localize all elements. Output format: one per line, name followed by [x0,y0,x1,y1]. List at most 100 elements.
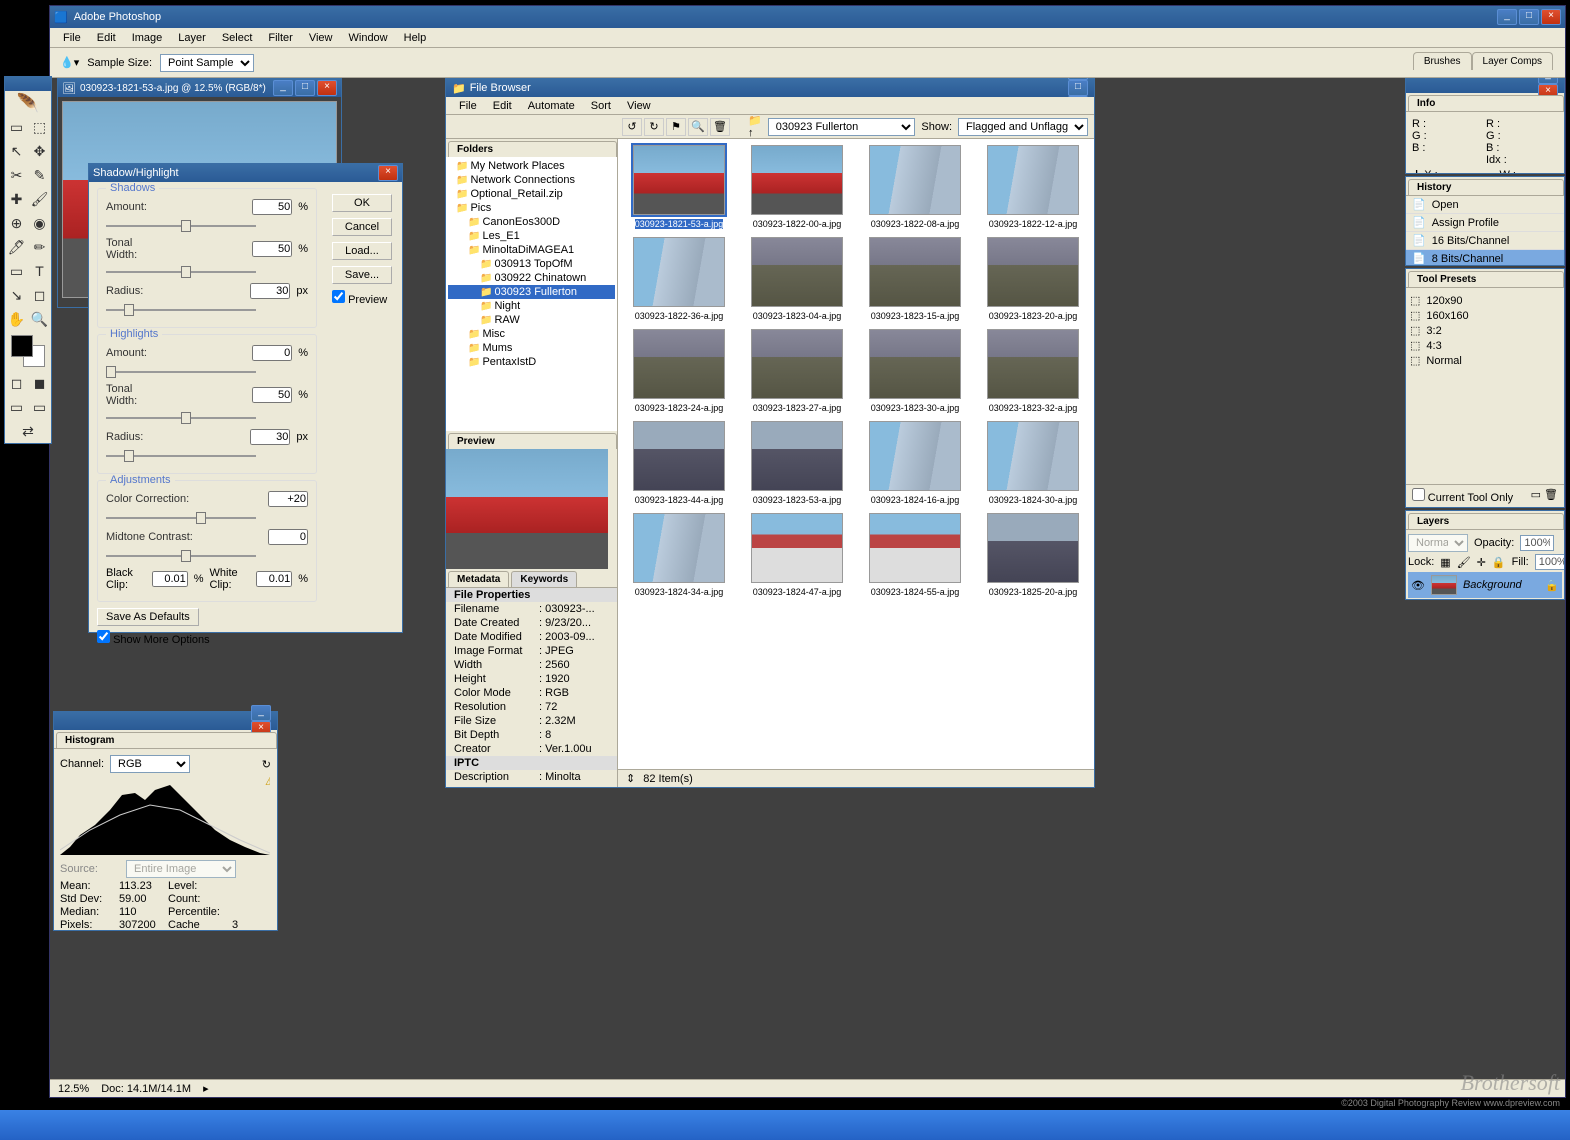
color-correction-slider[interactable] [106,509,256,527]
highlight-tonal-slider[interactable] [106,409,256,427]
highlight-tonal-input[interactable] [252,387,292,403]
path-select[interactable]: 030923 Fullerton [768,118,916,136]
shadow-tonal-input[interactable] [252,241,292,257]
lock-paint-icon[interactable]: 🖌 [1457,556,1471,569]
preset-item[interactable]: ⬚ 4:3 [1410,339,1560,352]
current-tool-only-checkbox[interactable] [1412,488,1425,501]
tree-item[interactable]: Misc [448,327,615,341]
thumbnail[interactable]: 030923-1822-00-a.jpg [740,143,854,231]
fb-menu-sort[interactable]: Sort [584,98,618,114]
tree-item[interactable]: CanonEos300D [448,215,615,229]
menu-layer[interactable]: Layer [171,30,213,46]
menu-image[interactable]: Image [125,30,170,46]
menu-file[interactable]: File [56,30,88,46]
highlight-radius-slider[interactable] [106,447,256,465]
flag-icon[interactable]: ⚑ [666,118,686,136]
preset-item[interactable]: ⬚ 160x160 [1410,309,1560,322]
rotate-cw-icon[interactable]: ↻ [644,118,664,136]
app-titlebar[interactable]: 🟦 Adobe Photoshop _ □ × [50,6,1565,28]
color-correction-input[interactable] [268,491,308,507]
thumbnail[interactable]: 030923-1824-55-a.jpg [858,511,972,599]
tree-item[interactable]: 030922 Chinatown [448,271,615,285]
save-button[interactable]: Save... [332,266,392,284]
thumbnail[interactable]: 030923-1824-34-a.jpg [622,511,736,599]
lock-transparency-icon[interactable]: ▦ [1440,556,1450,569]
doc-close-button[interactable]: × [317,80,337,96]
cancel-button[interactable]: Cancel [332,218,392,236]
tool-17[interactable]: 🔍 [28,307,51,331]
thumbnail[interactable]: 030923-1823-30-a.jpg [858,327,972,415]
fb-menu-view[interactable]: View [620,98,658,114]
shadow-radius-slider[interactable] [106,301,256,319]
history-item[interactable]: 📄Open [1406,196,1564,214]
tree-item[interactable]: Pics [448,201,615,215]
folders-tab[interactable]: Folders [448,141,617,157]
tree-item[interactable]: My Network Places [448,159,615,173]
tree-item[interactable]: MinoltaDiMAGEA1 [448,243,615,257]
layers-tab[interactable]: Layers [1408,513,1564,529]
thumbnail[interactable]: 030923-1824-16-a.jpg [858,419,972,507]
preview-checkbox[interactable] [332,290,345,303]
thumbnail[interactable]: 030923-1823-44-a.jpg [622,419,736,507]
foreground-color[interactable] [11,335,33,357]
preset-item[interactable]: ⬚ Normal [1410,354,1560,367]
tree-item[interactable]: RAW [448,313,615,327]
thumbnail[interactable]: 030923-1822-36-a.jpg [622,235,736,323]
quickmask-on-icon[interactable]: ◼ [28,371,51,395]
tool-8[interactable]: ⊕ [5,211,28,235]
toolbox-header[interactable] [5,77,51,91]
highlight-radius-input[interactable] [250,429,290,445]
tool-14[interactable]: ↘ [5,283,28,307]
fb-maximize-button[interactable]: □ [1068,80,1088,96]
menu-help[interactable]: Help [397,30,434,46]
tool-1[interactable]: ⬚ [28,115,51,139]
iptc-header[interactable]: IPTC [454,757,479,769]
info-tab[interactable]: Info [1408,95,1564,111]
menu-edit[interactable]: Edit [90,30,123,46]
tool-16[interactable]: ✋ [5,307,28,331]
tree-item[interactable]: 030923 Fullerton [448,285,615,299]
shadow-amount-slider[interactable] [106,217,256,235]
thumbnail[interactable]: 030923-1823-20-a.jpg [976,235,1090,323]
quickmask-off-icon[interactable]: ◻ [5,371,28,395]
menu-select[interactable]: Select [215,30,260,46]
tool-3[interactable]: ✥ [28,139,51,163]
keywords-tab[interactable]: Keywords [511,571,577,587]
shadow-radius-input[interactable] [250,283,290,299]
status-menu-icon[interactable]: ▸ [203,1082,209,1095]
dialog-close-button[interactable]: × [378,165,398,181]
midtone-contrast-slider[interactable] [106,547,256,565]
tree-item[interactable]: Mums [448,341,615,355]
tool-9[interactable]: ◉ [28,211,51,235]
tab-layercomps[interactable]: Layer Comps [1472,52,1553,70]
fb-menu-file[interactable]: File [452,98,484,114]
thumbnail[interactable]: 030923-1824-30-a.jpg [976,419,1090,507]
histogram-tab[interactable]: Histogram [56,732,277,748]
tool-2[interactable]: ↖ [5,139,28,163]
sample-size-select[interactable]: Point Sample [160,54,254,72]
preset-item[interactable]: ⬚ 3:2 [1410,324,1560,337]
tool-7[interactable]: 🖌 [28,187,51,211]
folder-tree[interactable]: My Network PlacesNetwork ConnectionsOpti… [446,157,617,431]
history-tab[interactable]: History [1408,179,1564,195]
visibility-icon[interactable]: 👁 [1411,579,1425,592]
doc-minimize-button[interactable]: _ [273,80,293,96]
rotate-ccw-icon[interactable]: ↺ [622,118,642,136]
color-swatches[interactable] [5,331,51,371]
tree-item[interactable]: Night [448,299,615,313]
tool-13[interactable]: T [28,259,51,283]
close-button[interactable]: × [1541,9,1561,25]
midtone-contrast-input[interactable] [268,529,308,545]
highlight-amount-slider[interactable] [106,363,256,381]
histo-min-button[interactable]: _ [251,705,271,721]
refresh-icon[interactable]: ↻ [262,758,271,771]
load-button[interactable]: Load... [332,242,392,260]
thumbnail[interactable]: 030923-1824-47-a.jpg [740,511,854,599]
tool-10[interactable]: 🖊 [5,235,28,259]
tab-brushes[interactable]: Brushes [1413,52,1472,70]
taskbar[interactable] [0,1110,1570,1140]
lock-all-icon[interactable]: 🔒 [1492,556,1506,569]
thumbnail[interactable]: 030923-1821-53-a.jpg [622,143,736,231]
history-item[interactable]: 📄Assign Profile [1406,214,1564,232]
show-more-options-checkbox[interactable] [97,630,110,643]
